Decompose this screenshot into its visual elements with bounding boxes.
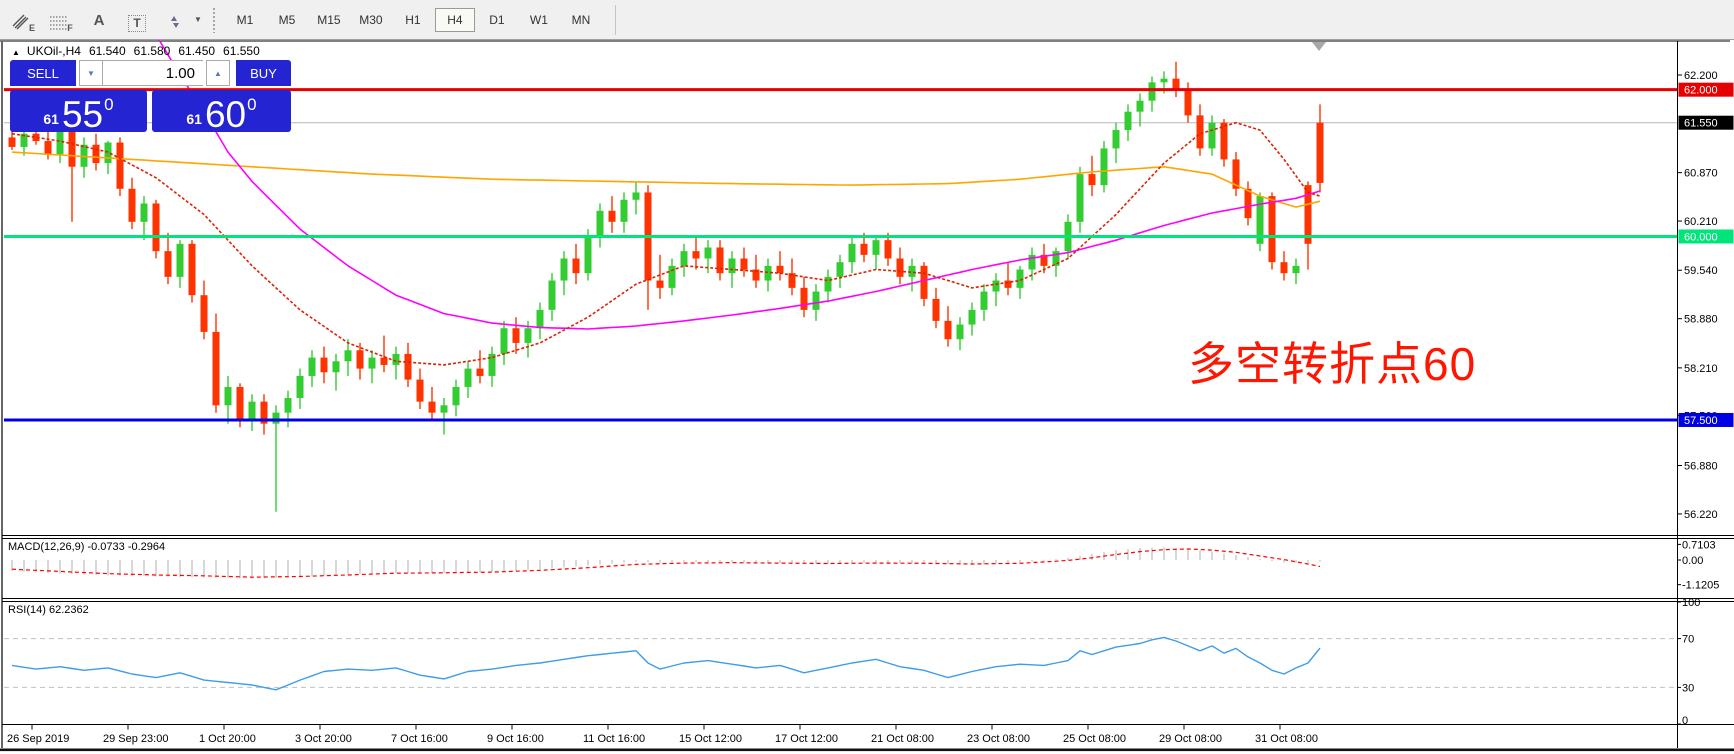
mt4-window: 62.200 60.870 60.210 59.540 58.880 58.210 57.5… — [0, 0, 1734, 754]
svg-text:60.870: 60.870 — [1684, 168, 1718, 180]
chart-title: ▲ UKOil-,H4 61.540 61.580 61.450 61.550 — [12, 44, 260, 58]
symbol-timeframe: UKOil-,H4 — [27, 44, 81, 58]
tf-m15[interactable]: M15 — [309, 8, 349, 32]
svg-text:0.00: 0.00 — [1682, 555, 1703, 567]
svg-text:61.550: 61.550 — [1684, 118, 1718, 130]
tf-h4-active[interactable]: H4 — [435, 8, 475, 32]
svg-text:60.210: 60.210 — [1684, 216, 1718, 228]
tf-h1[interactable]: H1 — [393, 8, 433, 32]
textbox-icon[interactable]: T — [124, 8, 150, 32]
chart-text-annotation: 多空转折点60 — [1188, 328, 1476, 394]
svg-text:1 Oct 20:00: 1 Oct 20:00 — [199, 733, 256, 745]
sell-price-prefix: 61 — [43, 111, 59, 127]
svg-text:30: 30 — [1682, 682, 1694, 694]
sell-button[interactable]: SELL — [10, 60, 76, 86]
svg-text:57.500: 57.500 — [1684, 415, 1718, 427]
svg-text:62.000: 62.000 — [1684, 85, 1718, 97]
toolbar-separator — [615, 5, 616, 35]
svg-text:11 Oct 16:00: 11 Oct 16:00 — [583, 733, 645, 745]
tf-d1[interactable]: D1 — [477, 8, 517, 32]
toolbar: E F A T ▼ M1 M5 M15 M30 — [0, 0, 1734, 40]
svg-text:0.7103: 0.7103 — [1682, 539, 1716, 551]
svg-text:23 Oct 08:00: 23 Oct 08:00 — [967, 733, 1030, 745]
svg-text:59.540: 59.540 — [1684, 265, 1718, 277]
buy-price-prefix: 61 — [186, 111, 202, 127]
buy-price-sup: 0 — [247, 95, 256, 115]
svg-text:58.210: 58.210 — [1684, 363, 1718, 375]
svg-text:26 Sep 2019: 26 Sep 2019 — [7, 733, 69, 745]
svg-text:31 Oct 08:00: 31 Oct 08:00 — [1255, 733, 1318, 745]
arrows-icon[interactable] — [162, 8, 188, 32]
trade-panel-top-row: SELL ▼ ▲ BUY — [10, 60, 291, 86]
ohlc-high: 61.580 — [134, 44, 171, 58]
ohlc-close: 61.550 — [223, 44, 260, 58]
svg-text:62.200: 62.200 — [1684, 70, 1718, 82]
svg-text:9 Oct 16:00: 9 Oct 16:00 — [487, 733, 544, 745]
tf-m5[interactable]: M5 — [267, 8, 307, 32]
tf-m1[interactable]: M1 — [225, 8, 265, 32]
svg-text:70: 70 — [1682, 634, 1694, 646]
tf-mn[interactable]: MN — [561, 8, 601, 32]
macd-indicator-label: MACD(12,26,9) -0.0733 -0.2964 — [8, 541, 165, 553]
svg-text:17 Oct 12:00: 17 Oct 12:00 — [775, 733, 838, 745]
sell-price-box[interactable]: 61 55 0 — [10, 90, 147, 132]
svg-text:7 Oct 16:00: 7 Oct 16:00 — [391, 733, 448, 745]
sell-price-sup: 0 — [104, 95, 113, 115]
svg-text:56.880: 56.880 — [1684, 460, 1718, 472]
tools-dropdown-caret[interactable]: ▼ — [194, 15, 202, 24]
svg-text:29 Sep 23:00: 29 Sep 23:00 — [103, 733, 168, 745]
volume-decrease-button[interactable]: ▼ — [79, 60, 103, 86]
svg-text:15 Oct 12:00: 15 Oct 12:00 — [679, 733, 742, 745]
svg-text:58.880: 58.880 — [1684, 314, 1718, 326]
buy-button[interactable]: BUY — [236, 60, 291, 86]
svg-text:60.000: 60.000 — [1684, 231, 1718, 243]
chart-shift-marker-icon[interactable] — [1312, 42, 1326, 51]
svg-text:25 Oct 08:00: 25 Oct 08:00 — [1063, 733, 1126, 745]
svg-text:21 Oct 08:00: 21 Oct 08:00 — [871, 733, 934, 745]
drawing-tools: E F A T ▼ — [0, 8, 202, 32]
rsi-indicator-label: RSI(14) 62.2362 — [8, 604, 89, 616]
sell-price-big: 55 — [62, 98, 103, 132]
tf-m30[interactable]: M30 — [351, 8, 391, 32]
buy-price-box[interactable]: 61 60 0 — [152, 90, 291, 132]
volume-increase-button[interactable]: ▲ — [206, 60, 230, 86]
buy-price-big: 60 — [205, 98, 246, 132]
one-click-trading-panel: SELL ▼ ▲ BUY 61 55 0 61 60 0 — [10, 60, 291, 132]
svg-text:-1.1205: -1.1205 — [1682, 580, 1719, 592]
collapse-arrow-icon[interactable]: ▲ — [12, 48, 20, 57]
volume-input[interactable] — [103, 60, 203, 86]
svg-text:56.220: 56.220 — [1684, 509, 1718, 521]
toolbar-grip[interactable] — [212, 7, 217, 33]
svg-text:3 Oct 20:00: 3 Oct 20:00 — [295, 733, 352, 745]
tf-w1[interactable]: W1 — [519, 8, 559, 32]
svg-text:0: 0 — [1682, 715, 1688, 727]
svg-text:29 Oct 08:00: 29 Oct 08:00 — [1159, 733, 1222, 745]
text-a-icon[interactable]: A — [86, 8, 112, 32]
svg-text:100: 100 — [1682, 597, 1700, 609]
fibonacci-icon[interactable]: F — [48, 8, 74, 32]
timeframe-bar: M1 M5 M15 M30 H1 H4 D1 W1 MN — [225, 8, 601, 32]
chart-frame — [0, 40, 1734, 754]
equidistant-channel-icon[interactable]: E — [10, 8, 36, 32]
ohlc-open: 61.540 — [89, 44, 126, 58]
ohlc-low: 61.450 — [178, 44, 215, 58]
